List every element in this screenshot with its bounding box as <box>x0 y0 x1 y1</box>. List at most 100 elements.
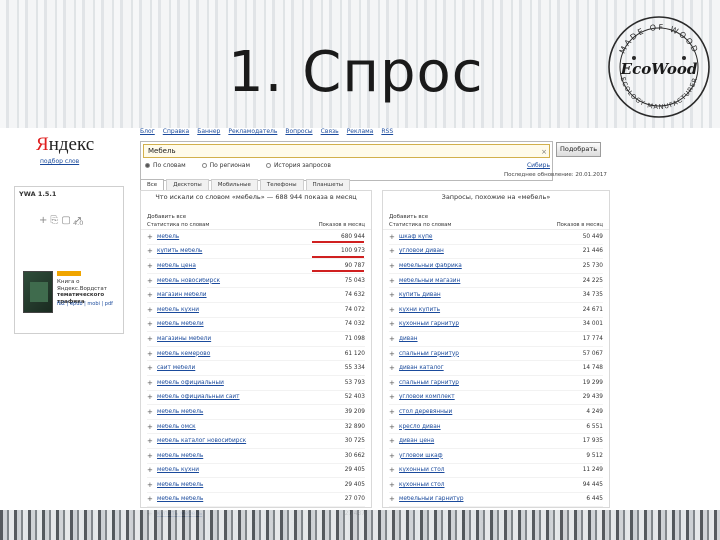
keyword-link[interactable]: мебель мебель <box>157 482 329 488</box>
keyword-link[interactable]: кухни купить <box>399 307 567 313</box>
add-keyword-icon[interactable]: + <box>147 423 157 431</box>
add-keyword-icon[interactable]: + <box>147 320 157 328</box>
add-keyword-icon[interactable]: + <box>147 393 157 401</box>
keyword-link[interactable]: мебель <box>157 234 329 240</box>
top-nav-item[interactable]: Реклама <box>347 128 374 135</box>
add-keyword-icon[interactable]: + <box>389 335 399 343</box>
keyword-link[interactable]: кухонный стол <box>399 467 567 473</box>
add-keyword-icon[interactable]: + <box>389 350 399 358</box>
add-keyword-icon[interactable]: + <box>389 393 399 401</box>
add-keyword-icon[interactable]: + <box>147 452 157 460</box>
add-keyword-icon[interactable]: + <box>389 364 399 372</box>
keyword-link[interactable]: диван цена <box>399 438 567 444</box>
keyword-link[interactable]: сайт мебели <box>157 365 329 371</box>
keyword-link[interactable]: мебель мебель <box>157 453 329 459</box>
keyword-link[interactable]: мебель официальный <box>157 380 329 386</box>
add-keyword-icon[interactable]: + <box>389 306 399 314</box>
keyword-link[interactable]: купить мебель <box>157 248 329 254</box>
keyword-link[interactable]: кухонный стол <box>399 482 567 488</box>
add-keyword-icon[interactable]: + <box>389 437 399 445</box>
yandex-logo[interactable]: Яндекс <box>36 134 94 156</box>
add-keyword-icon[interactable]: + <box>389 233 399 241</box>
keyword-link[interactable]: мебельный магазин <box>399 278 567 284</box>
add-keyword-icon[interactable]: + <box>389 291 399 299</box>
ad-block[interactable]: YWA 1.5.1 +⎘▢↗ 4.0 Книга о Яндекс.Вордст… <box>14 186 124 334</box>
keyword-link[interactable]: стол деревянный <box>399 409 567 415</box>
add-keyword-icon[interactable]: + <box>389 481 399 489</box>
left-add-all[interactable]: Добавить все <box>141 213 371 221</box>
keyword-link[interactable]: мебель цена <box>157 263 329 269</box>
table-row: + кухонный стол 11 249 <box>389 464 603 479</box>
add-keyword-icon[interactable]: + <box>147 437 157 445</box>
ad-formats[interactable]: fb2 | epub | mobi | pdf <box>57 301 113 307</box>
keyword-link[interactable]: мебель кемерово <box>157 351 329 357</box>
keyword-link[interactable]: мебель мебель <box>157 496 329 502</box>
add-keyword-icon[interactable]: + <box>389 423 399 431</box>
table-row: + мебель мебели 74 032 <box>147 318 365 333</box>
search-input[interactable]: Мебель × <box>143 144 550 158</box>
region-link[interactable]: Сибирь <box>527 162 550 169</box>
keyword-link[interactable]: мебель каталог новосибирск <box>157 438 329 444</box>
add-keyword-icon[interactable]: + <box>147 408 157 416</box>
keyword-link[interactable]: купить диван <box>399 292 567 298</box>
radio-by-regions[interactable]: По регионам <box>201 162 250 169</box>
add-keyword-icon[interactable]: + <box>147 495 157 503</box>
add-keyword-icon[interactable]: + <box>389 320 399 328</box>
keyword-link[interactable]: мебель омск <box>157 424 329 430</box>
add-keyword-icon[interactable]: + <box>147 379 157 387</box>
add-keyword-icon[interactable]: + <box>389 247 399 255</box>
keyword-link[interactable]: магазин мебели <box>157 292 329 298</box>
add-keyword-icon[interactable]: + <box>389 466 399 474</box>
keyword-link[interactable]: магазины мебели <box>157 336 329 342</box>
add-keyword-icon[interactable]: + <box>147 350 157 358</box>
keyword-link[interactable]: кресло диван <box>399 424 567 430</box>
keyword-link[interactable]: мебель кухни <box>157 307 329 313</box>
keyword-link[interactable]: спальный гарнитур <box>399 351 567 357</box>
add-keyword-icon[interactable]: + <box>147 247 157 255</box>
keyword-link[interactable]: угловой шкаф <box>399 453 567 459</box>
add-keyword-icon[interactable]: + <box>147 233 157 241</box>
right-add-all[interactable]: Добавить все <box>383 213 609 221</box>
keyword-link[interactable]: кухонный гарнитур <box>399 321 567 327</box>
keyword-link[interactable]: мебельный фабрика <box>399 263 567 269</box>
keyword-link[interactable]: мебель мебель <box>157 409 329 415</box>
keyword-link[interactable]: мебель мебели <box>157 321 329 327</box>
keyword-link[interactable]: мебель официальный сайт <box>157 394 329 400</box>
top-nav-item[interactable]: Справка <box>163 128 189 135</box>
add-keyword-icon[interactable]: + <box>389 379 399 387</box>
keyword-link[interactable]: мебель новосибирск <box>157 278 329 284</box>
yandex-service-link[interactable]: подбор слов <box>40 158 79 165</box>
keyword-link[interactable]: мебель кухни <box>157 467 329 473</box>
keyword-link[interactable]: спальный гарнитур <box>399 380 567 386</box>
add-keyword-icon[interactable]: + <box>147 291 157 299</box>
top-nav-item[interactable]: Блог <box>140 128 155 135</box>
keyword-link[interactable]: мебельный гарнитур <box>399 496 567 502</box>
top-nav-item[interactable]: Баннер <box>197 128 220 135</box>
add-keyword-icon[interactable]: + <box>389 495 399 503</box>
keyword-link[interactable]: угловой комплект <box>399 394 567 400</box>
add-keyword-icon[interactable]: + <box>389 277 399 285</box>
clear-icon[interactable]: × <box>541 146 547 158</box>
radio-by-words[interactable]: По словам <box>145 162 186 169</box>
top-nav-item[interactable]: RSS <box>381 128 393 135</box>
add-keyword-icon[interactable]: + <box>147 306 157 314</box>
radio-history[interactable]: История запросов <box>265 162 331 169</box>
top-nav-item[interactable]: Вопросы <box>285 128 312 135</box>
top-nav-item[interactable]: Рекламодатель <box>228 128 277 135</box>
add-keyword-icon[interactable]: + <box>147 364 157 372</box>
add-keyword-icon[interactable]: + <box>389 452 399 460</box>
add-keyword-icon[interactable]: + <box>147 481 157 489</box>
add-keyword-icon[interactable]: + <box>147 335 157 343</box>
add-keyword-icon[interactable]: + <box>147 277 157 285</box>
top-nav-item[interactable]: Связь <box>321 128 339 135</box>
keyword-link[interactable]: диван каталог <box>399 365 567 371</box>
pick-button[interactable]: Подобрать <box>556 142 601 157</box>
add-keyword-icon[interactable]: + <box>147 262 157 270</box>
impressions-count: 71 098 <box>344 335 365 342</box>
add-keyword-icon[interactable]: + <box>389 262 399 270</box>
add-keyword-icon[interactable]: + <box>389 408 399 416</box>
keyword-link[interactable]: угловой диван <box>399 248 567 254</box>
keyword-link[interactable]: диван <box>399 336 567 342</box>
add-keyword-icon[interactable]: + <box>147 466 157 474</box>
keyword-link[interactable]: шкаф купе <box>399 234 567 240</box>
